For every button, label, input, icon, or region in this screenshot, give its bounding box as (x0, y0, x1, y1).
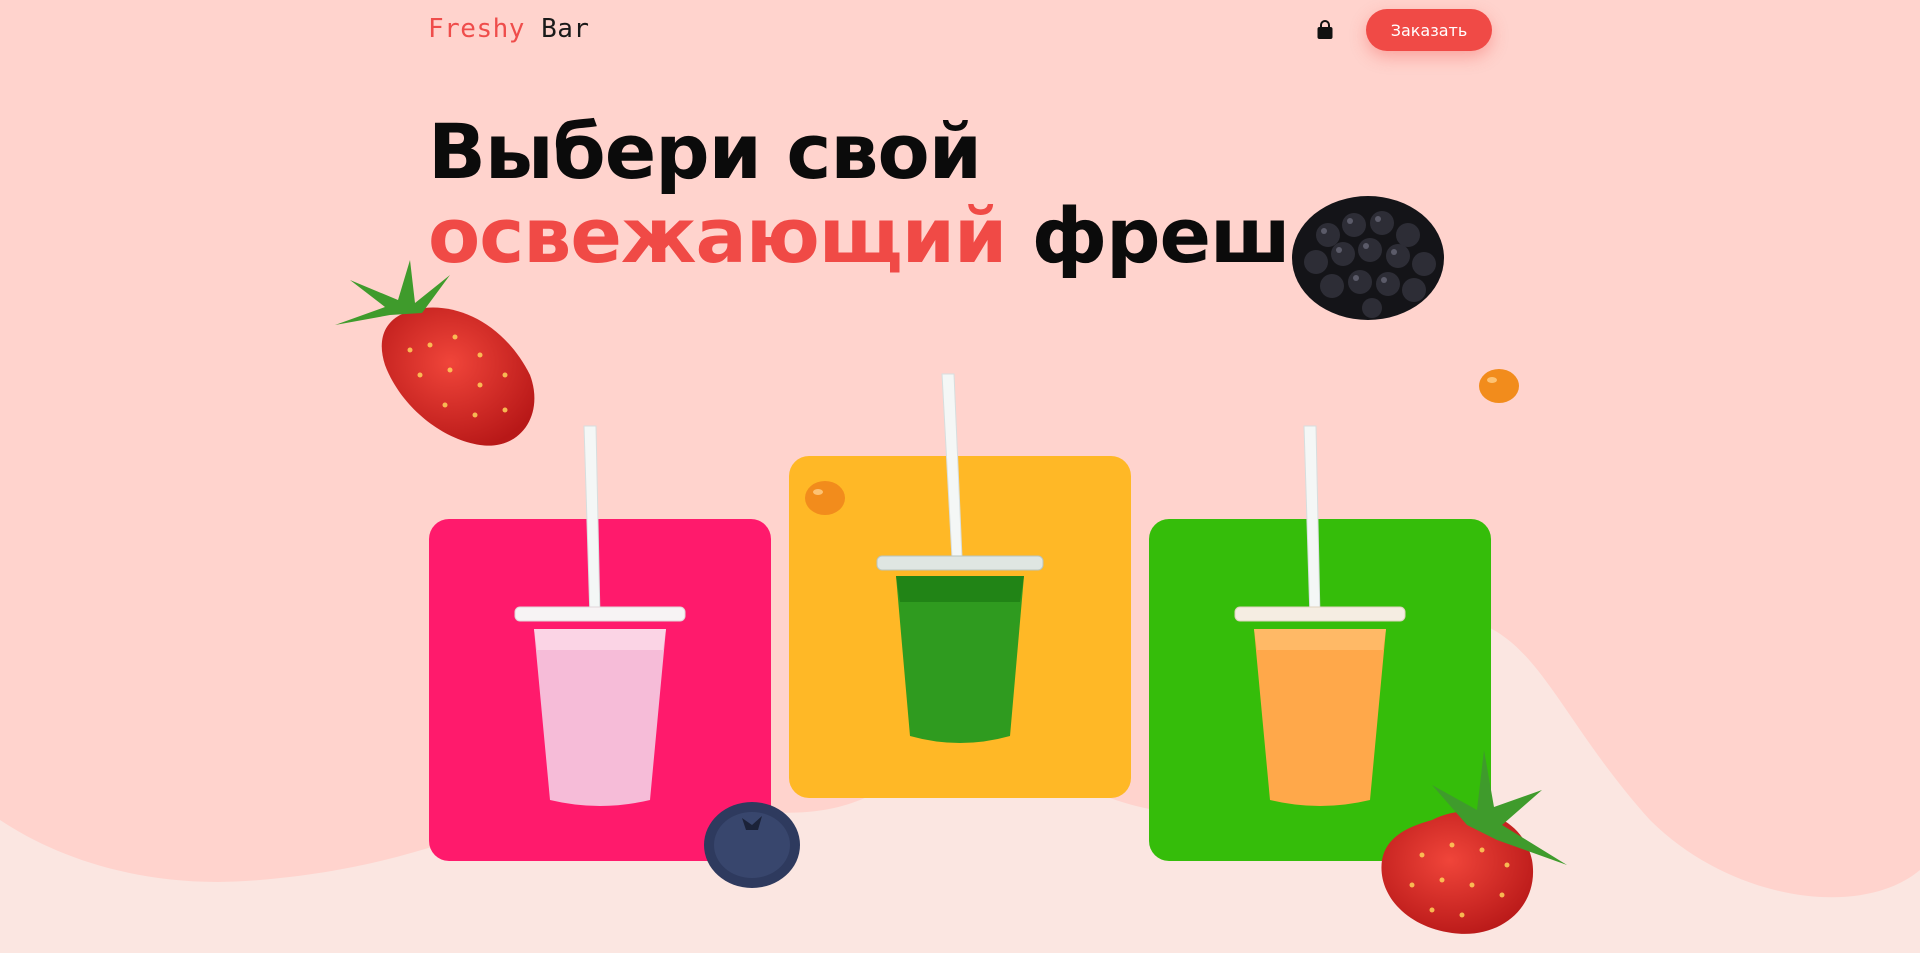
sea-buckthorn-berry-icon (805, 481, 845, 515)
green-smoothie-cup[interactable] (870, 372, 1050, 748)
strawberry-icon (1381, 750, 1567, 934)
blueberry-icon (704, 802, 800, 888)
strawberry-icon (335, 260, 535, 446)
logo-freshy: Freshy (428, 14, 525, 44)
header: Freshy Bar Заказать (428, 0, 1492, 60)
hero-title-line1: Выбери свой (428, 107, 982, 196)
shopping-bag-icon[interactable] (1316, 20, 1334, 40)
hero-title-tail: фреш (1031, 191, 1291, 280)
sea-buckthorn-berry-icon (1479, 369, 1519, 403)
hero-title: Выбери свой освежающий фреш (428, 107, 1291, 280)
logo-bar: Bar (541, 14, 590, 44)
order-button[interactable]: Заказать (1366, 9, 1492, 51)
blackberry-icon (1292, 196, 1444, 320)
pink-smoothie-cup[interactable] (510, 424, 690, 808)
logo[interactable]: Freshy Bar (428, 14, 590, 44)
